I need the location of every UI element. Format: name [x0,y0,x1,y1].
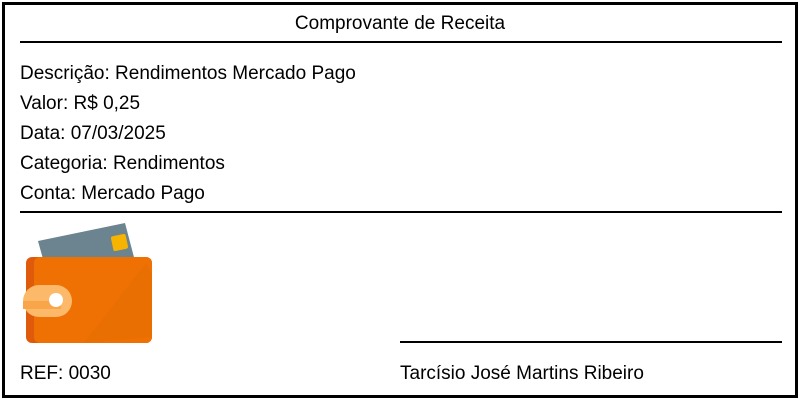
ref-label: REF: [20,363,64,384]
account-row: Conta: Mercado Pago [20,183,205,205]
ref-value: 0030 [68,363,111,384]
date-label: Data: [20,123,66,144]
wallet-icon [23,223,152,343]
description-value: Rendimentos Mercado Pago [115,63,356,84]
signature-line [400,341,782,343]
date-row: Data: 07/03/2025 [20,123,166,145]
value-label: Valor: [20,93,69,114]
description-row: Descrição: Rendimentos Mercado Pago [20,63,356,85]
wallet-card-chip [110,233,129,252]
signer-name: Tarcísio José Martins Ribeiro [400,363,644,384]
category-label: Categoria: [20,153,108,174]
account-label: Conta: [20,183,76,204]
title-divider [20,41,782,43]
category-row: Categoria: Rendimentos [20,153,225,175]
category-value: Rendimentos [112,153,225,174]
receipt-title: Comprovante de Receita [294,13,506,34]
description-label: Descrição: [20,63,110,84]
date-value: 07/03/2025 [70,123,166,144]
value-amount: R$ 0,25 [73,93,141,114]
wallet-clasp-button [49,293,63,307]
account-value: Mercado Pago [81,183,205,204]
details-divider [20,211,782,213]
reference-number: REF: 0030 [20,363,111,385]
receipt-card: Comprovante de Receita Descrição: Rendim… [2,2,798,398]
value-row: Valor: R$ 0,25 [20,93,140,115]
